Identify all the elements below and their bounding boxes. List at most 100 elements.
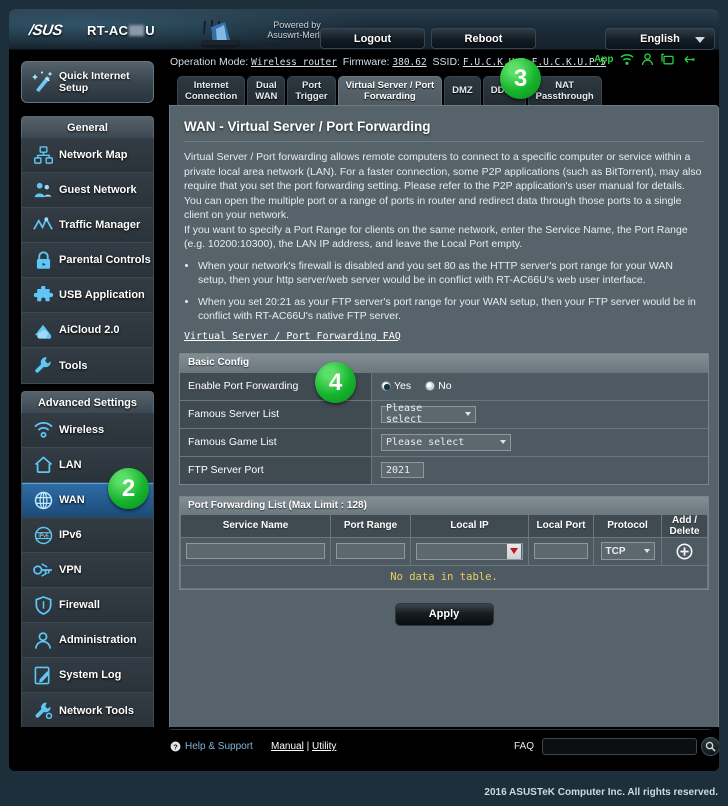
faq-link[interactable]: Virtual Server / Port Forwarding FAQ	[184, 331, 704, 342]
tab-port-trigger[interactable]: Port Trigger	[287, 76, 336, 106]
annotation-badge-2: 2	[108, 468, 149, 509]
page-title: WAN - Virtual Server / Port Forwarding	[184, 119, 431, 134]
usb-device-icon[interactable]	[661, 53, 675, 66]
sidebar-item-vpn[interactable]: VPN	[22, 553, 153, 588]
tab-virtual-server-port-forwarding[interactable]: Virtual Server / Port Forwarding	[337, 76, 443, 106]
search-icon	[705, 741, 716, 752]
operation-mode-value[interactable]: Wireless router	[251, 57, 337, 68]
asus-logo: /SUS	[27, 22, 64, 39]
empty-state-message: No data in table.	[180, 564, 708, 589]
manual-link[interactable]: Manual	[271, 741, 304, 752]
log-pencil-icon	[27, 666, 59, 685]
annotation-badge-3: 3	[500, 58, 541, 99]
port-range-input[interactable]	[336, 543, 405, 559]
sidebar: Quick Internet Setup General Network Map…	[9, 50, 169, 771]
sidebar-item-label: Administration	[59, 634, 137, 646]
sidebar-item-traffic-manager[interactable]: Traffic Manager	[22, 208, 153, 243]
sidebar-item-ipv6[interactable]: IPv6 IPv6	[22, 518, 153, 553]
wifi-icon[interactable]	[620, 53, 634, 66]
sidebar-item-tools[interactable]: Tools	[22, 348, 153, 383]
basic-config-section: Basic Config Enable Port Forwarding Yes …	[179, 352, 709, 485]
main-content: Internet Connection Dual WAN Port Trigger V…	[169, 74, 719, 742]
basic-config-title: Basic Config	[180, 353, 708, 372]
radio-yes-label: Yes	[394, 380, 412, 392]
description-paragraph-2: If you want to specify a Port Range for …	[184, 223, 688, 251]
reboot-button[interactable]: Reboot	[431, 28, 536, 49]
ftp-server-port-row: FTP Server Port 2021	[180, 455, 708, 484]
empty-state-row: No data in table.	[180, 564, 708, 589]
quick-internet-setup-button[interactable]: Quick Internet Setup	[21, 61, 154, 103]
quick-internet-setup-label: Quick Internet Setup	[59, 70, 130, 94]
router-admin-window: /SUS RT-AC U Powered by Asuswrt-Merlin Lo…	[9, 9, 719, 771]
title-divider	[184, 141, 704, 142]
cell-port-range	[330, 536, 411, 566]
famous-game-list-select[interactable]: Please select	[381, 433, 511, 451]
language-select[interactable]: English	[605, 28, 715, 50]
radio-no-label: No	[438, 380, 452, 392]
enable-port-forwarding-yes[interactable]: Yes	[381, 380, 411, 392]
radio-yes-icon[interactable]	[381, 381, 391, 391]
magic-wand-icon	[32, 71, 53, 92]
logout-button[interactable]: Logout	[320, 28, 425, 49]
sidebar-item-firewall[interactable]: Firewall	[22, 588, 153, 623]
firmware-value[interactable]: 380.62	[392, 57, 426, 68]
help-support-link[interactable]: ? Help & Support	[170, 741, 253, 752]
globe-icon	[27, 491, 59, 510]
apply-button[interactable]: Apply	[394, 602, 494, 626]
guest-user-icon[interactable]	[641, 53, 654, 66]
sidebar-item-usb-application[interactable]: USB Application	[22, 278, 153, 313]
sidebar-item-aicloud[interactable]: AiCloud 2.0	[22, 313, 153, 348]
apply-button-row: Apply	[170, 602, 718, 626]
add-rule-button[interactable]	[667, 543, 702, 560]
sidebar-group-general: General Network Map Guest Network Traffi…	[21, 116, 154, 384]
enable-port-forwarding-no[interactable]: No	[425, 380, 452, 392]
protocol-select[interactable]: TCP	[600, 542, 655, 560]
ftp-server-port-input[interactable]: 2021	[381, 462, 424, 478]
redacted-model-digits	[129, 25, 145, 36]
app-label[interactable]: App	[594, 54, 613, 65]
column-service-name: Service Name	[180, 514, 331, 538]
dropdown-arrow-icon[interactable]	[507, 543, 521, 559]
operation-mode-label: Operation Mode:	[170, 56, 249, 68]
local-ip-select[interactable]	[416, 542, 523, 560]
local-port-input[interactable]	[534, 543, 588, 559]
tab-dual-wan[interactable]: Dual WAN	[247, 76, 286, 106]
sidebar-item-guest-network[interactable]: Guest Network	[22, 173, 153, 208]
cell-local-port	[528, 536, 594, 566]
ftp-server-port-label: FTP Server Port	[180, 456, 372, 484]
sidebar-item-network-map[interactable]: Network Map	[22, 138, 153, 173]
sidebar-item-label: Tools	[59, 359, 88, 372]
sidebar-item-system-log[interactable]: System Log	[22, 658, 153, 693]
service-name-input[interactable]	[186, 543, 325, 559]
tab-internet-connection[interactable]: Internet Connection	[177, 76, 246, 106]
new-entry-row: TCP	[180, 536, 708, 566]
sidebar-item-label: Guest Network	[59, 184, 137, 196]
sidebar-item-parental-controls[interactable]: Parental Controls	[22, 243, 153, 278]
radio-no-icon[interactable]	[425, 381, 436, 391]
sidebar-item-label: System Log	[59, 669, 122, 681]
tab-dmz[interactable]: DMZ	[444, 76, 481, 106]
wrench-icon	[27, 356, 59, 375]
sidebar-item-network-tools[interactable]: Network Tools	[22, 693, 153, 728]
cell-local-ip	[410, 536, 529, 566]
faq-search-button[interactable]	[701, 737, 719, 756]
footer: ? Help & Support Manual | Utility FAQ	[9, 727, 719, 771]
copyright-text: 2016 ASUSTeK Computer Inc. All rights re…	[484, 787, 718, 798]
usb-icon[interactable]	[681, 54, 696, 65]
protocol-value: TCP	[605, 545, 626, 557]
port-forwarding-list-section: Port Forwarding List (Max Limit : 128) S…	[179, 495, 709, 590]
utility-link[interactable]: Utility	[312, 741, 336, 752]
sidebar-item-label: WAN	[59, 494, 85, 506]
sidebar-item-label: LAN	[59, 459, 82, 471]
famous-server-list-select[interactable]: Please select	[381, 403, 476, 425]
content-panel: WAN - Virtual Server / Port Forwarding V…	[169, 105, 719, 740]
sidebar-item-label: Network Tools	[59, 704, 134, 717]
notes-list: When your network's firewall is disabled…	[198, 259, 704, 324]
sidebar-item-wireless[interactable]: Wireless	[22, 413, 153, 448]
faq-search-input[interactable]	[542, 738, 697, 755]
famous-server-list-label: Famous Server List	[180, 400, 372, 428]
user-icon	[27, 631, 59, 650]
sidebar-item-administration[interactable]: Administration	[22, 623, 153, 658]
status-info-text: Operation Mode: Wireless router Firmware…	[170, 56, 606, 68]
famous-game-list-value: Please select	[386, 436, 465, 448]
